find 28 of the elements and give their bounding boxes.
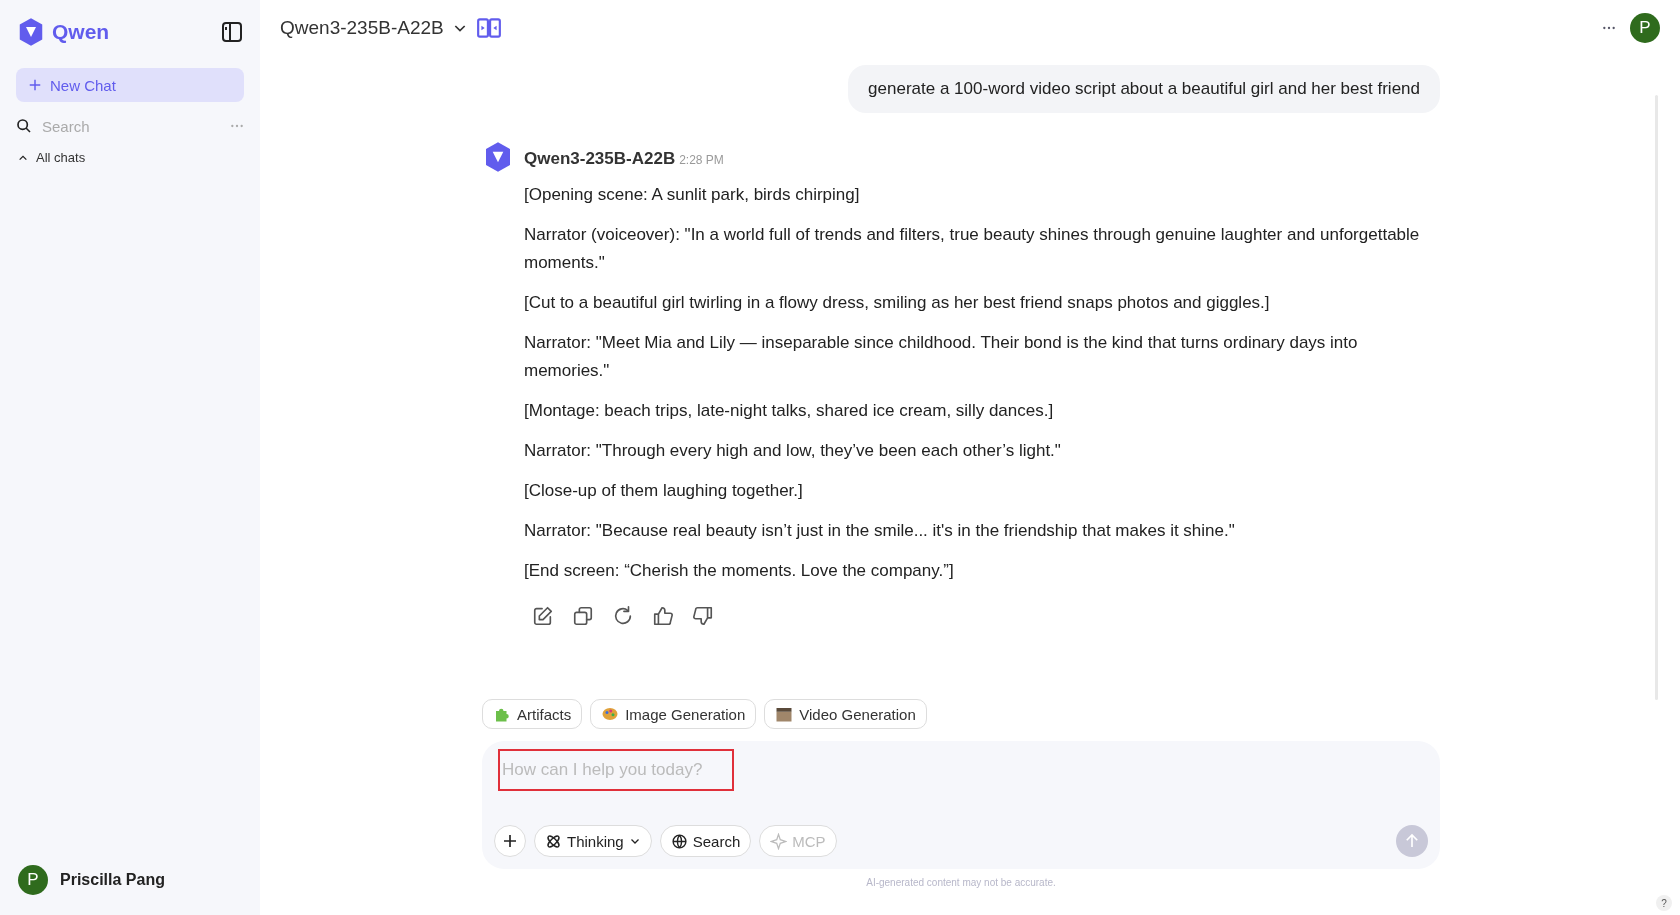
help-button[interactable]: ? bbox=[1656, 895, 1672, 911]
tool-button[interactable]: Search bbox=[659, 825, 752, 857]
brand-name: Qwen bbox=[52, 20, 110, 44]
user-avatar[interactable]: P bbox=[1630, 12, 1660, 43]
shortcut-chip[interactable]: Artifacts bbox=[482, 699, 583, 729]
message-paragraph: Narrator: "Because real beauty isn’t just in the smile... it's in the friendship that makes it shine." bbox=[524, 520, 1236, 542]
message-paragraph: [End screen: “Cherish the moments. Love the company.”] bbox=[524, 560, 955, 582]
message-paragraph: [Opening scene: A sunlit park, birds chirping] bbox=[524, 184, 861, 206]
message-paragraph: Narrator: "Through every high and low, they’ve been each other’s light." bbox=[524, 440, 1062, 462]
message-paragraph: Narrator (voiceover): "In a world full of trends and filters, true beauty shines through genuine laughter and unforgettable moments." bbox=[524, 224, 1420, 274]
disclaimer: AI-generated content may not be accurate. bbox=[865, 877, 1057, 888]
shortcut-chip[interactable]: Video Generation bbox=[764, 699, 927, 729]
user-avatar[interactable]: P bbox=[18, 865, 48, 895]
message-paragraph: [Montage: beach trips, late-night talks, shared ice cream, silly dances.] bbox=[524, 400, 1055, 422]
user-name: Priscilla Pang bbox=[60, 871, 165, 889]
section-label[interactable]: All chats bbox=[36, 150, 86, 165]
user-message: generate a 100-word video script about a beautiful girl and her best friend bbox=[848, 65, 1440, 113]
timestamp: 2:28 PM bbox=[679, 153, 724, 167]
message-paragraph: Narrator: "Meet Mia and Lily — inseparable since childhood. Their bond is the kind that turns ordinary days into memories." bbox=[524, 332, 1359, 382]
message-input[interactable]: How can I help you today? bbox=[498, 749, 734, 791]
tool-button[interactable]: Thinking bbox=[534, 825, 652, 857]
model-selector[interactable]: Qwen3-235B-A22B bbox=[280, 16, 444, 39]
search-field[interactable]: Search bbox=[42, 117, 220, 135]
message-paragraph: [Close-up of them laughing together.] bbox=[524, 480, 804, 502]
model-name: Qwen3-235B-A22B bbox=[524, 149, 676, 169]
shortcut-chip[interactable]: Image Generation bbox=[590, 699, 757, 729]
new-chat-button[interactable]: New Chat bbox=[16, 68, 244, 102]
message-paragraph: [Cut to a beautiful girl twirling in a flowy dress, smiling as her best friend snaps photos and giggles.] bbox=[524, 292, 1271, 314]
